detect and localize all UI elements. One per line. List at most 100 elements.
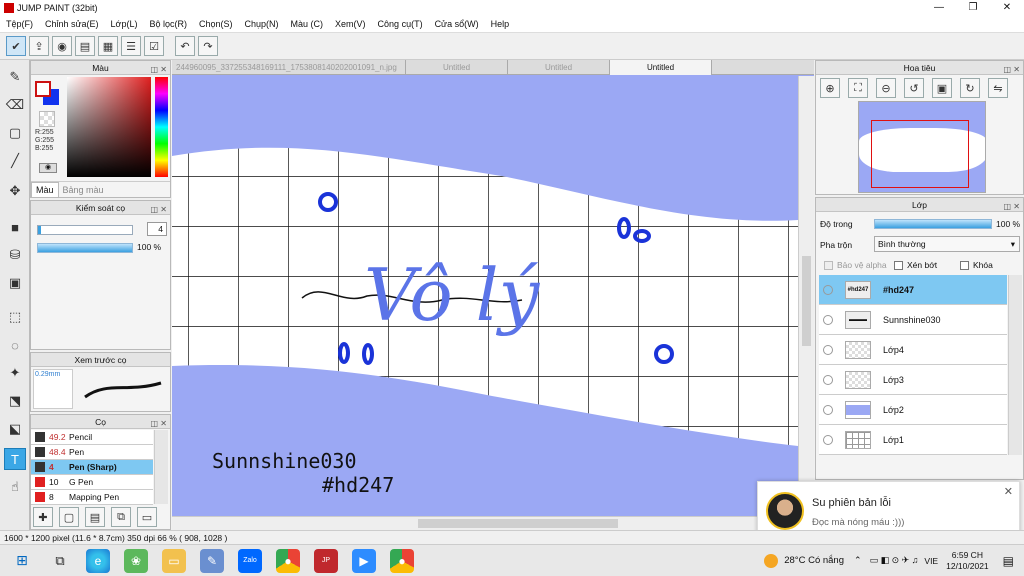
zoom-in-icon[interactable]: ⊕ [820,78,840,98]
magic-wand-tool-icon[interactable]: ✦ [4,362,26,384]
layer-item[interactable]: Lớp4 [819,335,1007,365]
line-tool-icon[interactable]: ╱ [4,150,26,172]
chevron-up-icon[interactable]: ⌃ [854,555,862,566]
eye-icon[interactable]: ◉ [39,163,57,173]
reset-view-icon[interactable]: ▣ [932,78,952,98]
brush-size-input[interactable]: 4 [147,222,167,236]
lock-checkbox[interactable]: Khóa [960,260,993,270]
brush-item[interactable]: 48.4 Pen [31,445,153,460]
fill-rect-tool-icon[interactable]: ■ [4,216,26,238]
menu-view[interactable]: Xem(V) [335,19,366,29]
layer-item[interactable]: ▬▬▬ Sunnshine030 [819,305,1007,335]
menu-color[interactable]: Màu (C) [291,19,324,29]
brush-size-slider[interactable] [37,225,133,235]
menu-window[interactable]: Cửa sổ(W) [435,19,479,29]
window-icon[interactable]: ◫ ✕ [151,417,167,431]
visibility-icon[interactable] [823,344,833,355]
brush-item-selected[interactable]: 4 Pen (Sharp) [31,460,153,475]
menu-edit[interactable]: Chỉnh sửa(E) [45,19,99,29]
foreground-color-swatch[interactable] [35,81,51,97]
brushes-scrollbar[interactable] [154,430,168,504]
artwork-canvas[interactable]: Vô lý Sunnshine030 #hd247 [172,76,798,516]
clipping-checkbox[interactable]: Xén bớt [894,260,937,270]
brush-opacity-slider[interactable] [37,243,133,253]
weather-text[interactable]: 28°C Có nắng [784,555,844,566]
rotate-right-icon[interactable]: ↻ [960,78,980,98]
doc-tab-image[interactable]: 244960095_337255348169111_17538081402020… [172,60,406,75]
doc-tab-untitled[interactable]: Untitled [508,60,610,75]
restore-button[interactable]: ❐ [956,0,990,16]
language-indicator[interactable]: VIE [924,556,938,566]
layer-item[interactable]: Lớp1 [819,425,1007,455]
check-icon[interactable]: ✔ [6,36,26,56]
rotate-left-icon[interactable]: ↺ [904,78,924,98]
menu-help[interactable]: Help [491,19,510,29]
brush-tool-icon[interactable]: ✎ [4,66,26,88]
paint-app-icon[interactable]: ✎ [200,548,224,573]
horizontal-scrollbar[interactable] [172,516,814,530]
jump-paint-taskbar-icon[interactable]: JP [314,548,338,573]
brush-menu-icon[interactable]: ▤ [85,507,105,527]
menu-file[interactable]: Tệp(F) [6,19,33,29]
window-icon[interactable]: ◫ ✕ [1004,63,1020,77]
export-icon[interactable]: ⇪ [29,36,49,56]
comment-icon[interactable]: ◉ [52,36,72,56]
copy-brush-icon[interactable]: ⧉ [111,507,131,527]
list-icon[interactable]: ☰ [121,36,141,56]
undo-icon[interactable]: ↶ [175,36,195,56]
zoom-out-icon[interactable]: ⊖ [876,78,896,98]
windows-start-icon[interactable]: ⊞ [10,549,34,573]
layer-item[interactable]: Lớp3 [819,365,1007,395]
message-icon[interactable]: ▤ [75,36,95,56]
visibility-icon[interactable] [823,314,833,325]
brush-settings-icon[interactable]: ✚ [33,507,53,527]
folder-icon[interactable]: ▭ [162,548,186,573]
transparent-swatch[interactable] [39,111,55,127]
hue-slider[interactable] [155,77,168,177]
menu-tools[interactable]: Công cụ(T) [378,19,423,29]
flip-icon[interactable]: ⇋ [988,78,1008,98]
zalo-icon[interactable]: Zalo [238,548,262,573]
zoom-fit-icon[interactable]: ⛶ [848,78,868,98]
tab-palette[interactable]: Bảng màu [59,183,108,197]
visibility-icon[interactable] [823,404,833,415]
menu-layer[interactable]: Lớp(L) [111,19,138,29]
layer-item-selected[interactable]: #hd247 #hd247 [819,275,1007,305]
text-tool-icon[interactable]: T [4,448,26,470]
blend-mode-select[interactable]: Bình thường ▾ [874,236,1020,252]
eraser-tool-icon[interactable]: ⌫ [4,94,26,116]
rectangle-tool-icon[interactable]: ▢ [4,122,26,144]
tray-icons[interactable]: ▭ ◧ ⊙ ✈ ♫ [870,555,919,566]
lasso-tool-icon[interactable]: ◌ [4,334,26,356]
chrome-icon[interactable]: ● [390,548,414,573]
menu-filter[interactable]: Bộ lọc(R) [149,19,187,29]
visibility-icon[interactable] [823,284,833,295]
window-icon[interactable]: ◫ ✕ [151,203,167,217]
clock[interactable]: 6:59 CH 12/10/2021 [946,550,989,572]
layer-opacity-slider[interactable] [874,219,992,229]
zoom-icon[interactable]: ▶ [352,548,376,573]
protect-alpha-checkbox[interactable]: Bảo vệ alpha [824,260,887,270]
brush-item[interactable]: 10 G Pen [31,475,153,490]
window-icon[interactable]: ◫ ✕ [1004,200,1020,214]
doc-tab-active[interactable]: Untitled [610,60,712,75]
chrome-icon[interactable]: ● [276,548,300,573]
task-view-icon[interactable]: ⧉ [48,549,72,573]
color-picker-area[interactable] [67,77,151,177]
menu-select[interactable]: Chọn(S) [199,19,233,29]
app-icon[interactable]: ❀ [124,548,148,573]
layers-scrollbar[interactable] [1008,275,1022,455]
layer-item[interactable]: Lớp2 [819,395,1007,425]
close-icon[interactable]: ✕ [1004,485,1013,498]
bucket-tool-icon[interactable]: ⛁ [4,244,26,266]
visibility-icon[interactable] [823,434,833,445]
vertical-scrollbar[interactable] [798,76,814,516]
close-button[interactable]: ✕ [990,0,1024,16]
hand-tool-icon[interactable]: ☝ [4,476,26,498]
select-eraser-tool-icon[interactable]: ⬕ [4,418,26,440]
minimize-button[interactable]: — [922,0,956,16]
edge-browser-icon[interactable]: e [86,548,110,573]
brush-item[interactable]: 49.2 Pencil [31,430,153,445]
brush-item[interactable]: 8 Mapping Pen [31,490,153,505]
doc-tab-untitled[interactable]: Untitled [406,60,508,75]
